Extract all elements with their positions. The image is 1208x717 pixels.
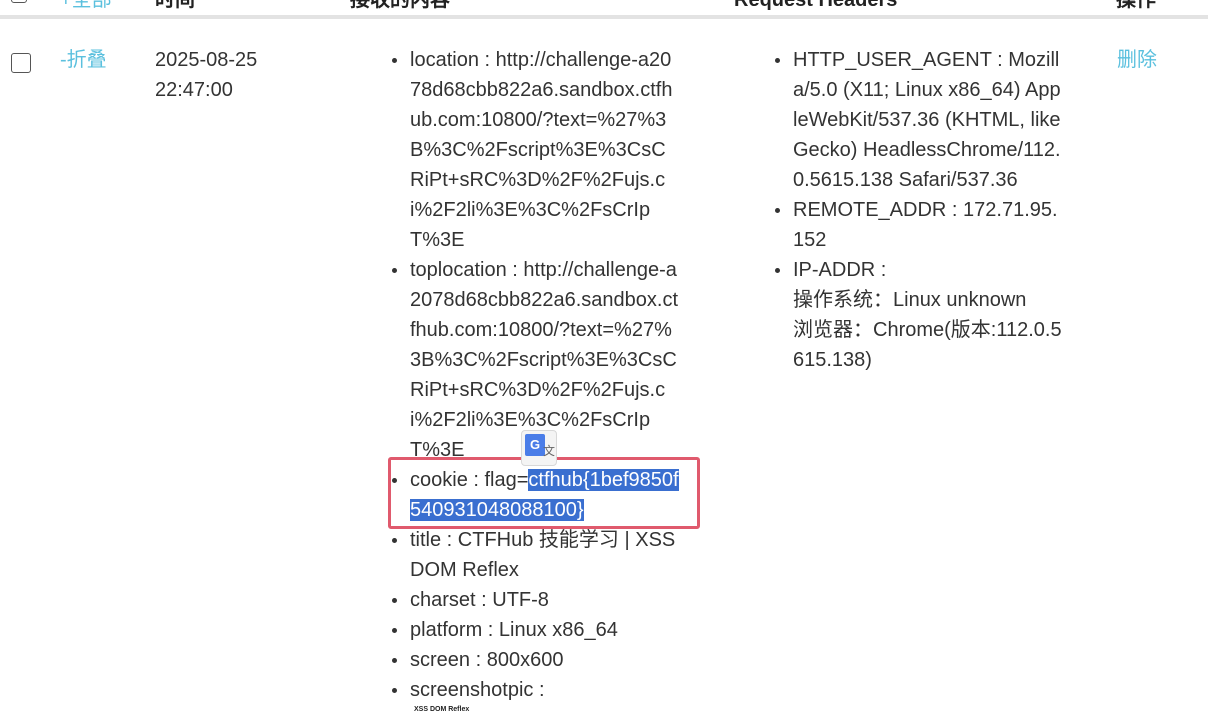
header-divider xyxy=(0,15,1208,19)
list-item-title: title : CTFHub 技能学习 | XSS DOM Reflex xyxy=(388,525,680,585)
received-content-list: location : http://challenge-a2078d68cbb8… xyxy=(388,45,680,705)
list-item-platform: platform : Linux x86_64 xyxy=(388,615,680,645)
expand-all-link[interactable]: +全部 xyxy=(60,0,112,15)
select-all-checkbox[interactable] xyxy=(11,0,27,3)
xss-record-page: +全部 时间 接收的内容 Request Headers 操作 -折叠 2025… xyxy=(0,0,1208,717)
screenshot-caption: XSS DOM Reflex xyxy=(414,706,470,713)
collapse-link[interactable]: -折叠 xyxy=(60,45,107,75)
request-headers-list: HTTP_USER_AGENT : Mozilla/5.0 (X11; Linu… xyxy=(771,45,1063,375)
row-time: 2025-08-25 22:47:00 xyxy=(155,49,258,101)
row-select-checkbox[interactable] xyxy=(11,53,31,73)
list-item-screenshotpic: screenshotpic : xyxy=(388,675,680,705)
received-content: location : http://challenge-a2078d68cbb8… xyxy=(388,45,680,705)
google-translate-icon[interactable]: G 文 xyxy=(521,430,557,466)
os-info: 操作系统：Linux unknown xyxy=(793,289,1027,311)
list-item-charset: charset : UTF-8 xyxy=(388,585,680,615)
screenshot-thumbnail[interactable]: XSS DOM Reflex xyxy=(410,703,634,717)
column-header-received: 接收的内容 xyxy=(350,0,450,11)
list-item-user-agent: HTTP_USER_AGENT : Mozilla/5.0 (X11; Linu… xyxy=(771,45,1063,195)
list-item-location: location : http://challenge-a2078d68cbb8… xyxy=(388,45,680,255)
browser-info: 浏览器：Chrome(版本:112.0.5615.138) xyxy=(793,319,1062,371)
flag-highlight-box xyxy=(388,457,700,529)
request-headers: HTTP_USER_AGENT : Mozilla/5.0 (X11; Linu… xyxy=(771,45,1063,375)
column-header-actions: 操作 xyxy=(1116,0,1156,11)
delete-link[interactable]: 删除 xyxy=(1117,45,1157,75)
list-item-remote-addr: REMOTE_ADDR : 172.71.95.152 xyxy=(771,195,1063,255)
list-item-ip-addr: IP-ADDR : 操作系统：Linux unknown 浏览器：Chrome(版本… xyxy=(771,255,1063,375)
list-item-screen: screen : 800x600 xyxy=(388,645,680,675)
table-header: +全部 时间 接收的内容 Request Headers 操作 xyxy=(0,0,1208,30)
column-header-request-headers: Request Headers xyxy=(734,0,898,11)
column-header-time: 时间 xyxy=(155,0,195,11)
ip-addr-label: IP-ADDR : xyxy=(793,259,887,281)
translate-wen-glyph: 文 xyxy=(542,444,555,458)
